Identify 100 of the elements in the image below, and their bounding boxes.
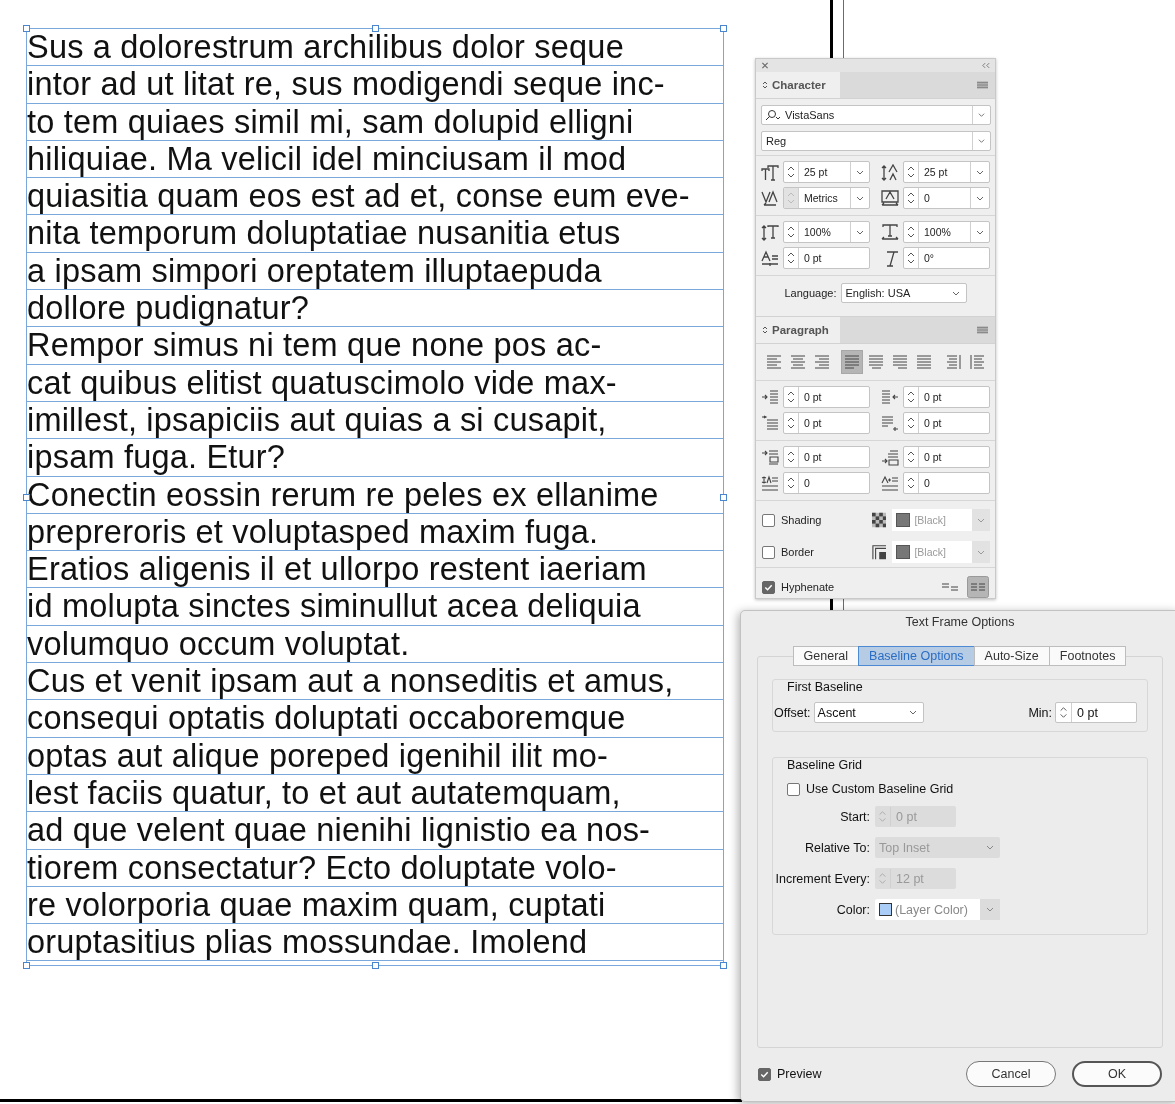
text-line: optas aut alique poreped igenihil ilit mo- — [27, 737, 723, 775]
text-line: to tem quiaes simil mi, sam dolupid elligni — [27, 103, 723, 141]
selection-handle[interactable] — [372, 962, 379, 969]
text-line: volumquo occum voluptat. — [27, 625, 723, 664]
selection-handle[interactable] — [720, 494, 727, 501]
paragraph-composer-icon[interactable] — [967, 576, 989, 598]
text-line: Eratios aligenis il et ullorpo restent iaeriam — [27, 551, 723, 589]
caret-icon — [986, 845, 994, 850]
selection-handle[interactable] — [23, 494, 30, 501]
text-line: consequi optatis doluptati occaboremque — [27, 700, 723, 738]
offset-dropdown[interactable]: Ascent — [813, 702, 924, 723]
leading-field[interactable]: 25 pt — [903, 161, 990, 183]
text-line: dollore pudignatur? — [27, 290, 723, 328]
text-line: ad que velent quae nienihi lignistio ea nos- — [27, 812, 723, 850]
text-line: a ipsam simpori oreptatem illuptaepuda — [27, 252, 723, 291]
checkbox[interactable] — [758, 1067, 771, 1081]
selection-handle[interactable] — [720, 25, 727, 32]
menu-icon[interactable] — [977, 326, 988, 334]
preview-label: Preview — [777, 1067, 822, 1082]
caret-icon — [986, 907, 994, 912]
font-size-field[interactable]: 25 pt — [783, 161, 870, 183]
last-line-indent-field[interactable]: 0 pt — [903, 412, 990, 434]
tracking-field[interactable]: 0 — [903, 187, 990, 209]
text-line: tiorem consectatur? Ecto doluptate volo- — [27, 849, 723, 887]
shading-label: Shading — [781, 514, 823, 526]
checkbox[interactable] — [787, 782, 800, 796]
text-line: re volorporia quae maxim quam, cuptati — [27, 886, 723, 925]
drop-cap-chars-icon — [881, 474, 899, 492]
text-line: quiasitia quam eos est ad et, conse eum eve- — [27, 178, 723, 216]
text-line: lest faciis quatur, to et aut autatemquam, — [27, 774, 723, 813]
caret-icon — [972, 509, 990, 531]
dialog-tab[interactable]: Footnotes — [1048, 646, 1127, 666]
use-custom-grid-label: Use Custom Baseline Grid — [806, 782, 954, 796]
caret-icon — [908, 710, 917, 715]
drop-cap-lines-icon — [761, 474, 779, 492]
text-line: prepreroris et voluptasped maxim fuga. — [27, 513, 723, 552]
horizontal-scale-field[interactable]: 100% — [903, 221, 990, 243]
selection-handle[interactable] — [372, 25, 379, 32]
kerning-icon — [761, 189, 779, 207]
offset-label: Offset: — [774, 705, 811, 720]
text-line: imillest, ipsapiciis aut quias a si cusapit, — [27, 401, 723, 440]
checker-icon[interactable] — [871, 512, 887, 528]
first-line-indent-field[interactable]: 0 pt — [783, 412, 870, 434]
caret-icon — [951, 290, 960, 296]
text-line: nita temporum doluptatiae nusanitia etus — [27, 215, 723, 253]
text-line: hiliquiae. Ma velicil idel minciusam il mod — [27, 140, 723, 179]
right-indent-field[interactable]: 0 pt — [903, 386, 990, 408]
border-label: Border — [781, 546, 816, 558]
sort-arrows-icon[interactable] — [762, 325, 768, 335]
text-line: Sus a dolorestrum archilibus dolor seque — [27, 29, 723, 67]
field-label: Start: — [839, 809, 870, 824]
space-before-field[interactable]: 0 pt — [783, 446, 870, 468]
leading-icon — [881, 163, 899, 181]
left-indent-field[interactable]: 0 pt — [783, 386, 870, 408]
selection-handle[interactable] — [23, 962, 30, 969]
language-label: Language: — [784, 287, 837, 299]
dialog-tab[interactable]: General — [792, 646, 860, 666]
border-corner-icon[interactable] — [871, 544, 887, 560]
min-field[interactable]: 0 pt — [1055, 702, 1137, 723]
baseline-shift-icon — [761, 249, 779, 267]
min-label: Min: — [1028, 705, 1052, 720]
tracking-icon — [881, 189, 899, 207]
text-line: cat quibus elitist quatuscimolo vide max- — [27, 364, 723, 402]
drop-cap-chars-field[interactable]: 0 — [903, 472, 990, 494]
text-line: Cus et venit ipsam aut a nonseditis et amus, — [27, 663, 723, 701]
color-swatch — [896, 513, 911, 527]
language-dropdown[interactable]: English: USA — [840, 283, 967, 303]
text-line: Rempor simus ni tem que none pos ac- — [27, 327, 723, 365]
text-frame[interactable] — [26, 28, 724, 966]
space-after-icon — [881, 448, 899, 466]
cancel-button[interactable]: Cancel — [966, 1061, 1056, 1088]
checkbox[interactable] — [762, 513, 775, 527]
font-family-dropdown[interactable]: VistaSans — [761, 105, 991, 125]
text-line: ipsam fuga. Etur? — [27, 439, 723, 477]
selection-handle[interactable] — [720, 962, 727, 969]
space-after-field[interactable]: 0 pt — [903, 446, 990, 468]
drop-cap-lines-field[interactable]: 0 — [783, 472, 870, 494]
menu-icon[interactable] — [977, 81, 988, 89]
last-line-indent-icon — [881, 414, 899, 432]
align-justify-left-icon[interactable] — [841, 350, 863, 374]
checkbox[interactable] — [762, 580, 775, 594]
checkbox[interactable] — [762, 545, 775, 559]
close-icon[interactable] — [761, 62, 769, 69]
baseline-shift-field[interactable]: 0 pt — [783, 247, 870, 269]
field-label: Color: — [835, 902, 870, 917]
caret-icon — [972, 541, 990, 563]
dialog-tab[interactable]: Auto-Size — [973, 646, 1050, 666]
first-line-indent-icon — [761, 414, 779, 432]
text-line: oruptasitius plias mossundae. Imolend — [27, 924, 723, 962]
panel-tab[interactable]: Paragraph — [756, 317, 840, 343]
selection-handle[interactable] — [23, 25, 30, 32]
skew-field[interactable]: 0° — [903, 247, 990, 269]
vertical-scale-field[interactable]: 100% — [783, 221, 870, 243]
ok-button[interactable]: OK — [1072, 1061, 1162, 1088]
field-label: Increment Every: — [774, 871, 870, 886]
color-dropdown[interactable]: (Layer Color) — [875, 899, 1000, 920]
collapse-icon[interactable] — [982, 62, 990, 69]
sort-arrows-icon[interactable] — [762, 80, 768, 90]
font-style-dropdown[interactable]: Reg — [761, 131, 991, 151]
panel-tab[interactable]: Character — [756, 72, 840, 98]
